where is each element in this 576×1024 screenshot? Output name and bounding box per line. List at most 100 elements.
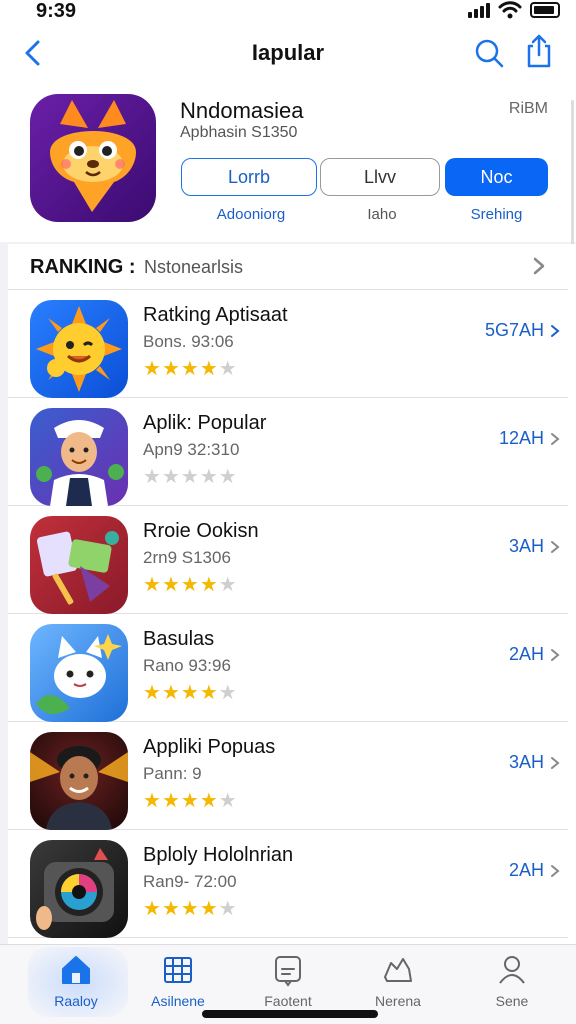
chevron-right-icon [551,324,560,337]
star-filled-icon: ★ [161,790,180,812]
item-action-label: 12AH [498,428,544,448]
chevron-right-icon [551,648,560,661]
item-name: Rroie Ookisn [143,520,259,542]
star-empty-icon: ★ [180,466,199,488]
star-filled-icon: ★ [161,682,180,704]
star-filled-icon: ★ [143,790,161,812]
star-empty-icon: ★ [218,898,237,920]
star-filled-icon: ★ [161,358,180,380]
list-item[interactable]: Bploly Hololnrian Ran9- 72:00 ★ ★ ★ ★ ★ 2AH [8,830,568,938]
item-name: Basulas [143,628,215,650]
item-action[interactable]: 5G7AH [485,320,560,341]
item-action[interactable]: 2AH [509,644,560,665]
tab-home[interactable]: Raaloy [36,953,116,1009]
star-rating: ★ ★ ★ ★ ★ [143,680,237,705]
segment-caption-1: Adooniorg [216,206,286,223]
star-filled-icon: ★ [161,898,180,920]
star-filled-icon: ★ [199,790,218,812]
item-name: Ratking Aptisaat [143,304,288,326]
star-filled-icon: ★ [180,358,199,380]
segment-button-2[interactable]: Llvv [320,158,440,196]
item-meta: Rano 93:96 [143,656,231,675]
star-empty-icon: ★ [218,358,237,380]
item-name: Aplik: Popular [143,412,267,434]
star-filled-icon: ★ [199,898,218,920]
board-game-icon [36,531,119,605]
star-filled-icon: ★ [199,682,218,704]
status-time: 9:39 [36,0,77,22]
star-rating: ★ ★ ★ ★ ★ [143,464,237,489]
tab-label: Nerena [375,993,421,1009]
star-rating: ★ ★ ★ ★ ★ [143,896,237,921]
item-action-label: 3AH [508,752,544,772]
app-extra-label: RiBM [508,100,548,117]
tab-map[interactable]: Nerena [358,953,438,1009]
app-icon-chef [30,408,128,506]
item-action[interactable]: 2AH [509,860,560,881]
list-item[interactable]: Basulas Rano 93:96 ★ ★ ★ ★ ★ 2AH [8,614,568,722]
status-bar: 9:39 [0,0,576,28]
ranking-list: RANKING : Nstonearlsis Ratking Aptisaat … [8,244,576,944]
sun-mascot-icon [36,306,122,392]
battery-icon [530,2,560,18]
status-icons [468,0,560,20]
item-action-label: 2AH [508,860,544,880]
nav-bar: Iapular [0,28,576,82]
item-action[interactable]: 12AH [499,428,560,449]
list-item[interactable]: Aplik: Popular Apn9 32:310 ★ ★ ★ ★ ★ 12AH [8,398,568,506]
app-icon-person [30,732,128,830]
search-icon[interactable] [474,38,504,68]
app-icon[interactable] [30,94,156,222]
star-filled-icon: ★ [180,574,199,596]
tab-message[interactable]: Faotent [248,953,328,1009]
item-meta: 2rn9 S1306 [143,548,231,567]
cat-mascot-icon [36,634,122,715]
item-meta: Ran9- 72:00 [143,872,237,891]
list-item[interactable]: Rroie Ookisn 2rn9 S1306 ★ ★ ★ ★ ★ 3AH [8,506,568,614]
chevron-right-icon [551,864,560,877]
item-action-label: 3AH [508,536,544,556]
star-rating: ★ ★ ★ ★ ★ [143,356,237,381]
app-icon-board [30,516,128,614]
item-action[interactable]: 3AH [509,536,560,557]
chevron-right-icon [551,432,560,445]
ranking-title: RANKING : [30,256,136,278]
star-empty-icon: ★ [218,466,237,488]
star-filled-icon: ★ [180,682,199,704]
tab-label: Faotent [264,993,312,1009]
tab-label: Sene [495,993,529,1009]
list-item[interactable]: Appliki Popuas Pann: 9 ★ ★ ★ ★ ★ 3AH [8,722,568,830]
ranking-header[interactable]: RANKING : Nstonearlsis [8,244,568,290]
star-filled-icon: ★ [143,898,161,920]
star-rating: ★ ★ ★ ★ ★ [143,788,237,813]
wifi-icon [498,1,522,19]
segment-button-3-active[interactable]: Noc [445,158,548,196]
tab-label: Asilnene [151,993,205,1009]
app-header-card: Nndomasiea Apbhasin S1350 RiBM Lorrb Llv… [0,82,576,242]
share-icon[interactable] [524,34,554,68]
star-filled-icon: ★ [180,790,199,812]
chevron-right-icon [551,540,560,553]
tab-grid[interactable]: Asilnene [138,953,218,1009]
star-filled-icon: ★ [199,358,218,380]
tab-profile[interactable]: Sene [472,953,552,1009]
app-icon-cat [30,624,128,722]
star-filled-icon: ★ [199,574,218,596]
chef-character-icon [36,420,124,506]
item-name: Bploly Hololnrian [143,844,294,866]
app-name: Nndomasiea [180,98,304,123]
app-subtitle: Apbhasin S1350 [180,124,298,141]
segment-button-1[interactable]: Lorrb [181,158,317,196]
star-filled-icon: ★ [161,574,180,596]
fox-mascot-icon [50,100,136,212]
home-indicator[interactable] [202,1010,378,1018]
segment-caption-3: Srehing [470,206,523,223]
star-rating: ★ ★ ★ ★ ★ [143,572,237,597]
signal-icon [468,2,490,18]
list-item[interactable]: Ratking Aptisaat Bons. 93:06 ★ ★ ★ ★ ★ 5G7AH [8,290,568,398]
grid-icon [164,957,192,983]
item-meta: Pann: 9 [143,764,202,783]
item-action[interactable]: 3AH [509,752,560,773]
star-empty-icon: ★ [161,466,180,488]
camera-icon [36,848,114,930]
